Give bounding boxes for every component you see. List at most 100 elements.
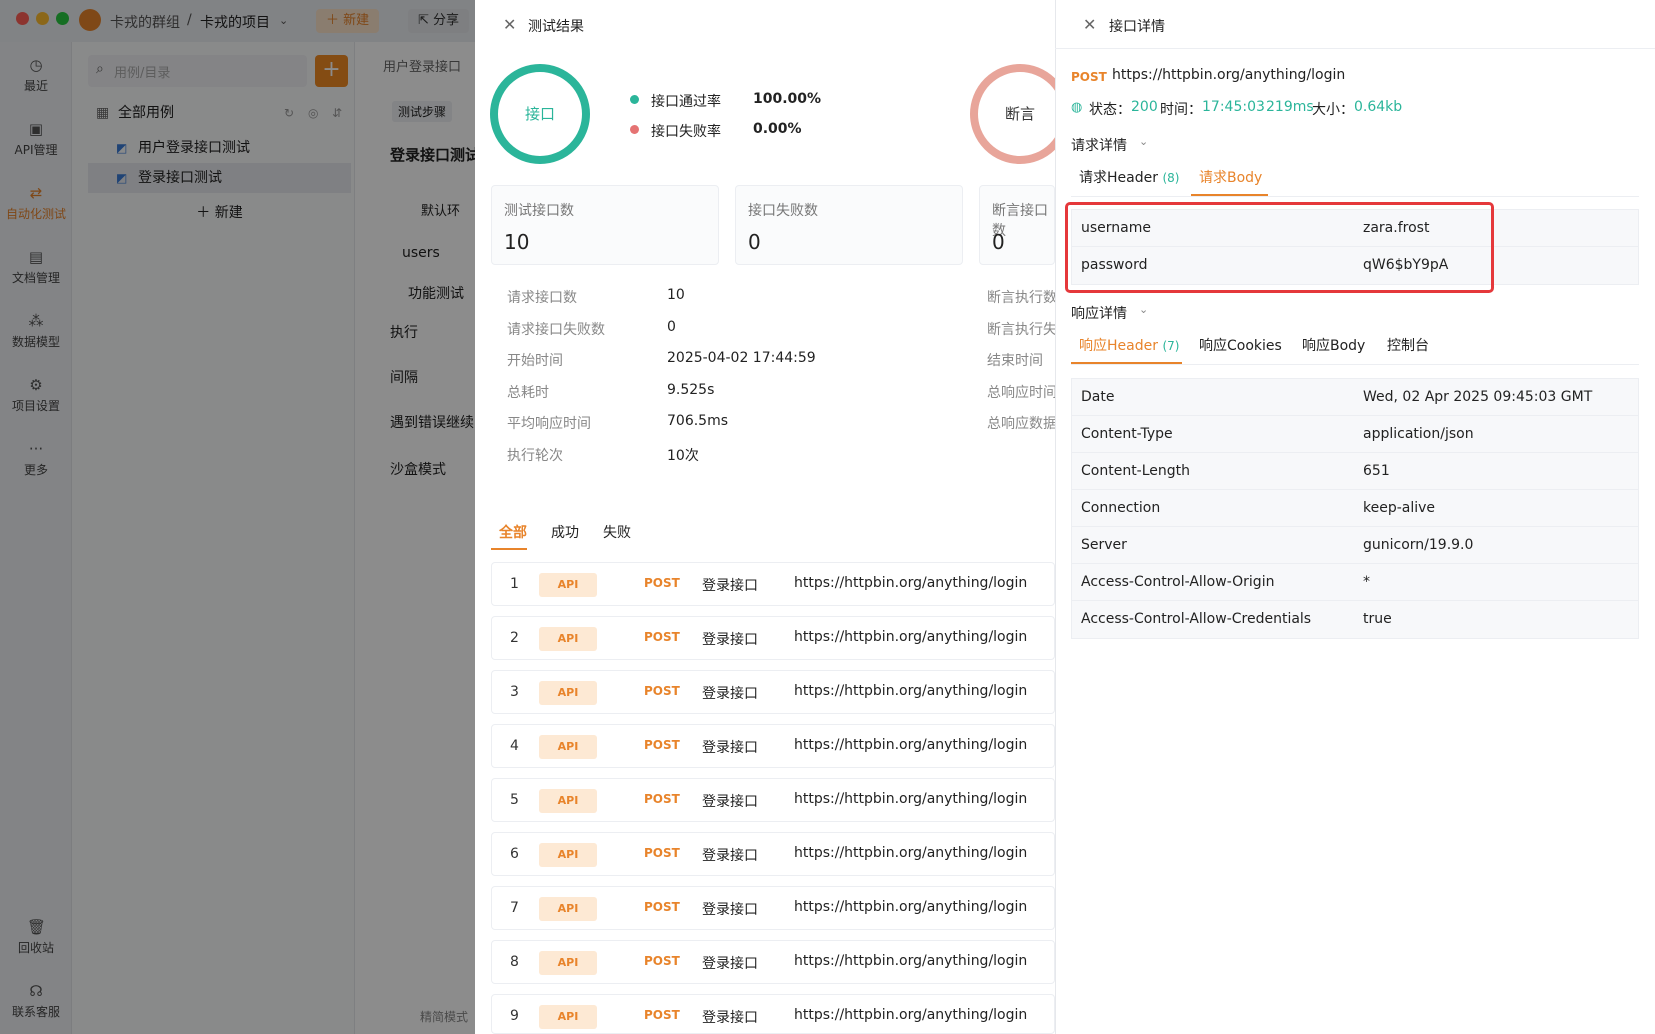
api-badge: API (539, 627, 597, 651)
chevron-down-icon[interactable]: ⌄ (1139, 135, 1148, 148)
tab-response-body[interactable]: 响应Body (1302, 335, 1365, 355)
tab-label: 请求Header (1079, 170, 1158, 186)
row-index: 8 (510, 954, 519, 970)
cell-value: application/json (1363, 426, 1474, 442)
tab-failed[interactable]: 失败 (603, 522, 631, 542)
cell-key: Access-Control-Allow-Credentials (1081, 611, 1312, 627)
tab-label: 响应Header (1079, 338, 1158, 354)
request-name: 登录接口 (702, 956, 758, 972)
request-url: https://httpbin.org/anything/login (794, 953, 1028, 969)
close-icon[interactable]: ✕ (1083, 15, 1096, 34)
method-label: POST (644, 576, 680, 590)
close-icon[interactable]: ✕ (503, 15, 516, 34)
tab-count: (8) (1162, 171, 1180, 185)
request-name: 登录接口 (702, 1010, 758, 1026)
kv-label: 平均响应时间 (507, 416, 591, 432)
status-label: 状态： (1089, 102, 1131, 118)
request-url: https://httpbin.org/anything/login (794, 683, 1028, 699)
duration-value: 219ms (1266, 99, 1314, 115)
cell-value: 651 (1363, 463, 1390, 479)
request-name: 登录接口 (702, 848, 758, 864)
request-row[interactable]: 7 API POST 登录接口 https://httpbin.org/anything… (491, 886, 1055, 930)
row-index: 1 (510, 576, 519, 592)
detail-title: 接口详情 (1109, 19, 1165, 35)
table-row: Date Wed, 02 Apr 2025 09:45:03 GMT (1072, 379, 1638, 416)
table-row: Connection keep-alive (1072, 490, 1638, 527)
tab-console[interactable]: 控制台 (1387, 335, 1429, 355)
kv-label: 断言执行失 (987, 322, 1057, 338)
tab-all[interactable]: 全部 (499, 522, 527, 542)
request-url: https://httpbin.org/anything/login (794, 1007, 1028, 1023)
cell-key: Content-Type (1081, 426, 1173, 442)
stat-value: 0 (748, 230, 761, 254)
tab-underline (491, 548, 527, 550)
response-header-table: Date Wed, 02 Apr 2025 09:45:03 GMT Conten… (1071, 378, 1639, 639)
chevron-down-icon[interactable]: ⌄ (1139, 303, 1148, 316)
table-row: Access-Control-Allow-Credentials true (1072, 601, 1638, 638)
row-index: 9 (510, 1008, 519, 1024)
response-section-title[interactable]: 响应详情 (1071, 303, 1127, 323)
row-index: 5 (510, 792, 519, 808)
divider (1071, 364, 1639, 365)
cell-value: keep-alive (1363, 500, 1436, 516)
pass-rate-label: 接口通过率 (651, 94, 721, 110)
request-name: 登录接口 (702, 578, 758, 594)
tab-request-body[interactable]: 请求Body (1199, 167, 1262, 187)
request-row[interactable]: 1 API POST 登录接口 https://httpbin.org/anything… (491, 562, 1055, 606)
ring-label: 断言 (1004, 105, 1035, 123)
api-badge: API (539, 897, 597, 921)
cell-value: * (1363, 574, 1370, 590)
kv-label: 请求接口失败数 (507, 322, 605, 338)
size-label: 大小： (1312, 102, 1354, 118)
time-value: 17:45:03 (1202, 99, 1265, 115)
cell-key: Server (1081, 537, 1127, 553)
request-url: https://httpbin.org/anything/login (794, 737, 1028, 753)
api-badge: API (539, 1005, 597, 1029)
status-value: 200 (1131, 99, 1158, 115)
kv-value: 706.5ms (667, 413, 729, 429)
tab-response-header[interactable]: 响应Header (7) (1079, 335, 1179, 355)
stat-value: 10 (504, 230, 530, 254)
kv-label: 开始时间 (507, 353, 563, 369)
method-label: POST (644, 1008, 680, 1022)
request-row[interactable]: 8 API POST 登录接口 https://httpbin.org/anything… (491, 940, 1055, 984)
kv-value: 0 (667, 319, 676, 335)
request-row[interactable]: 6 API POST 登录接口 https://httpbin.org/anything… (491, 832, 1055, 876)
api-badge: API (539, 843, 597, 867)
kv-label: 总耗时 (507, 385, 549, 401)
cell-value: true (1363, 611, 1392, 627)
ring-label: 接口 (524, 105, 555, 123)
request-row[interactable]: 3 API POST 登录接口 https://httpbin.org/anything… (491, 670, 1055, 714)
row-index: 7 (510, 900, 519, 916)
method-label: POST (644, 900, 680, 914)
api-badge: API (539, 573, 597, 597)
kv-value: 9.525s (667, 382, 715, 398)
row-index: 4 (510, 738, 519, 754)
fail-rate-label: 接口失败率 (651, 124, 721, 140)
kv-label: 执行轮次 (507, 448, 563, 464)
stat-value: 0 (992, 230, 1005, 254)
cell-key: Date (1081, 389, 1115, 405)
tab-request-header[interactable]: 请求Header (8) (1079, 167, 1179, 187)
method-label: POST (644, 846, 680, 860)
request-section-title[interactable]: 请求详情 (1071, 135, 1127, 155)
tab-success[interactable]: 成功 (551, 522, 579, 542)
request-row[interactable]: 5 API POST 登录接口 https://httpbin.org/anything… (491, 778, 1055, 822)
method-label: POST (644, 684, 680, 698)
divider (1055, 48, 1655, 49)
pass-rate-value: 100.00% (753, 91, 822, 107)
stat-card-failed: 接口失败数 0 (735, 185, 963, 265)
request-name: 登录接口 (702, 632, 758, 648)
tab-response-cookies[interactable]: 响应Cookies (1199, 335, 1282, 355)
cell-key: Access-Control-Allow-Origin (1081, 574, 1275, 590)
row-index: 3 (510, 684, 519, 700)
method-label: POST (644, 630, 680, 644)
kv-value: 10 (667, 287, 685, 303)
request-row[interactable]: 4 API POST 登录接口 https://httpbin.org/anything… (491, 724, 1055, 768)
row-index: 6 (510, 846, 519, 862)
cell-value: Wed, 02 Apr 2025 09:45:03 GMT (1363, 389, 1593, 405)
request-row[interactable]: 2 API POST 登录接口 https://httpbin.org/anything… (491, 616, 1055, 660)
method-label: POST (644, 792, 680, 806)
request-url: https://httpbin.org/anything/login (794, 791, 1028, 807)
request-row[interactable]: 9 API POST 登录接口 https://httpbin.org/anything… (491, 994, 1055, 1034)
